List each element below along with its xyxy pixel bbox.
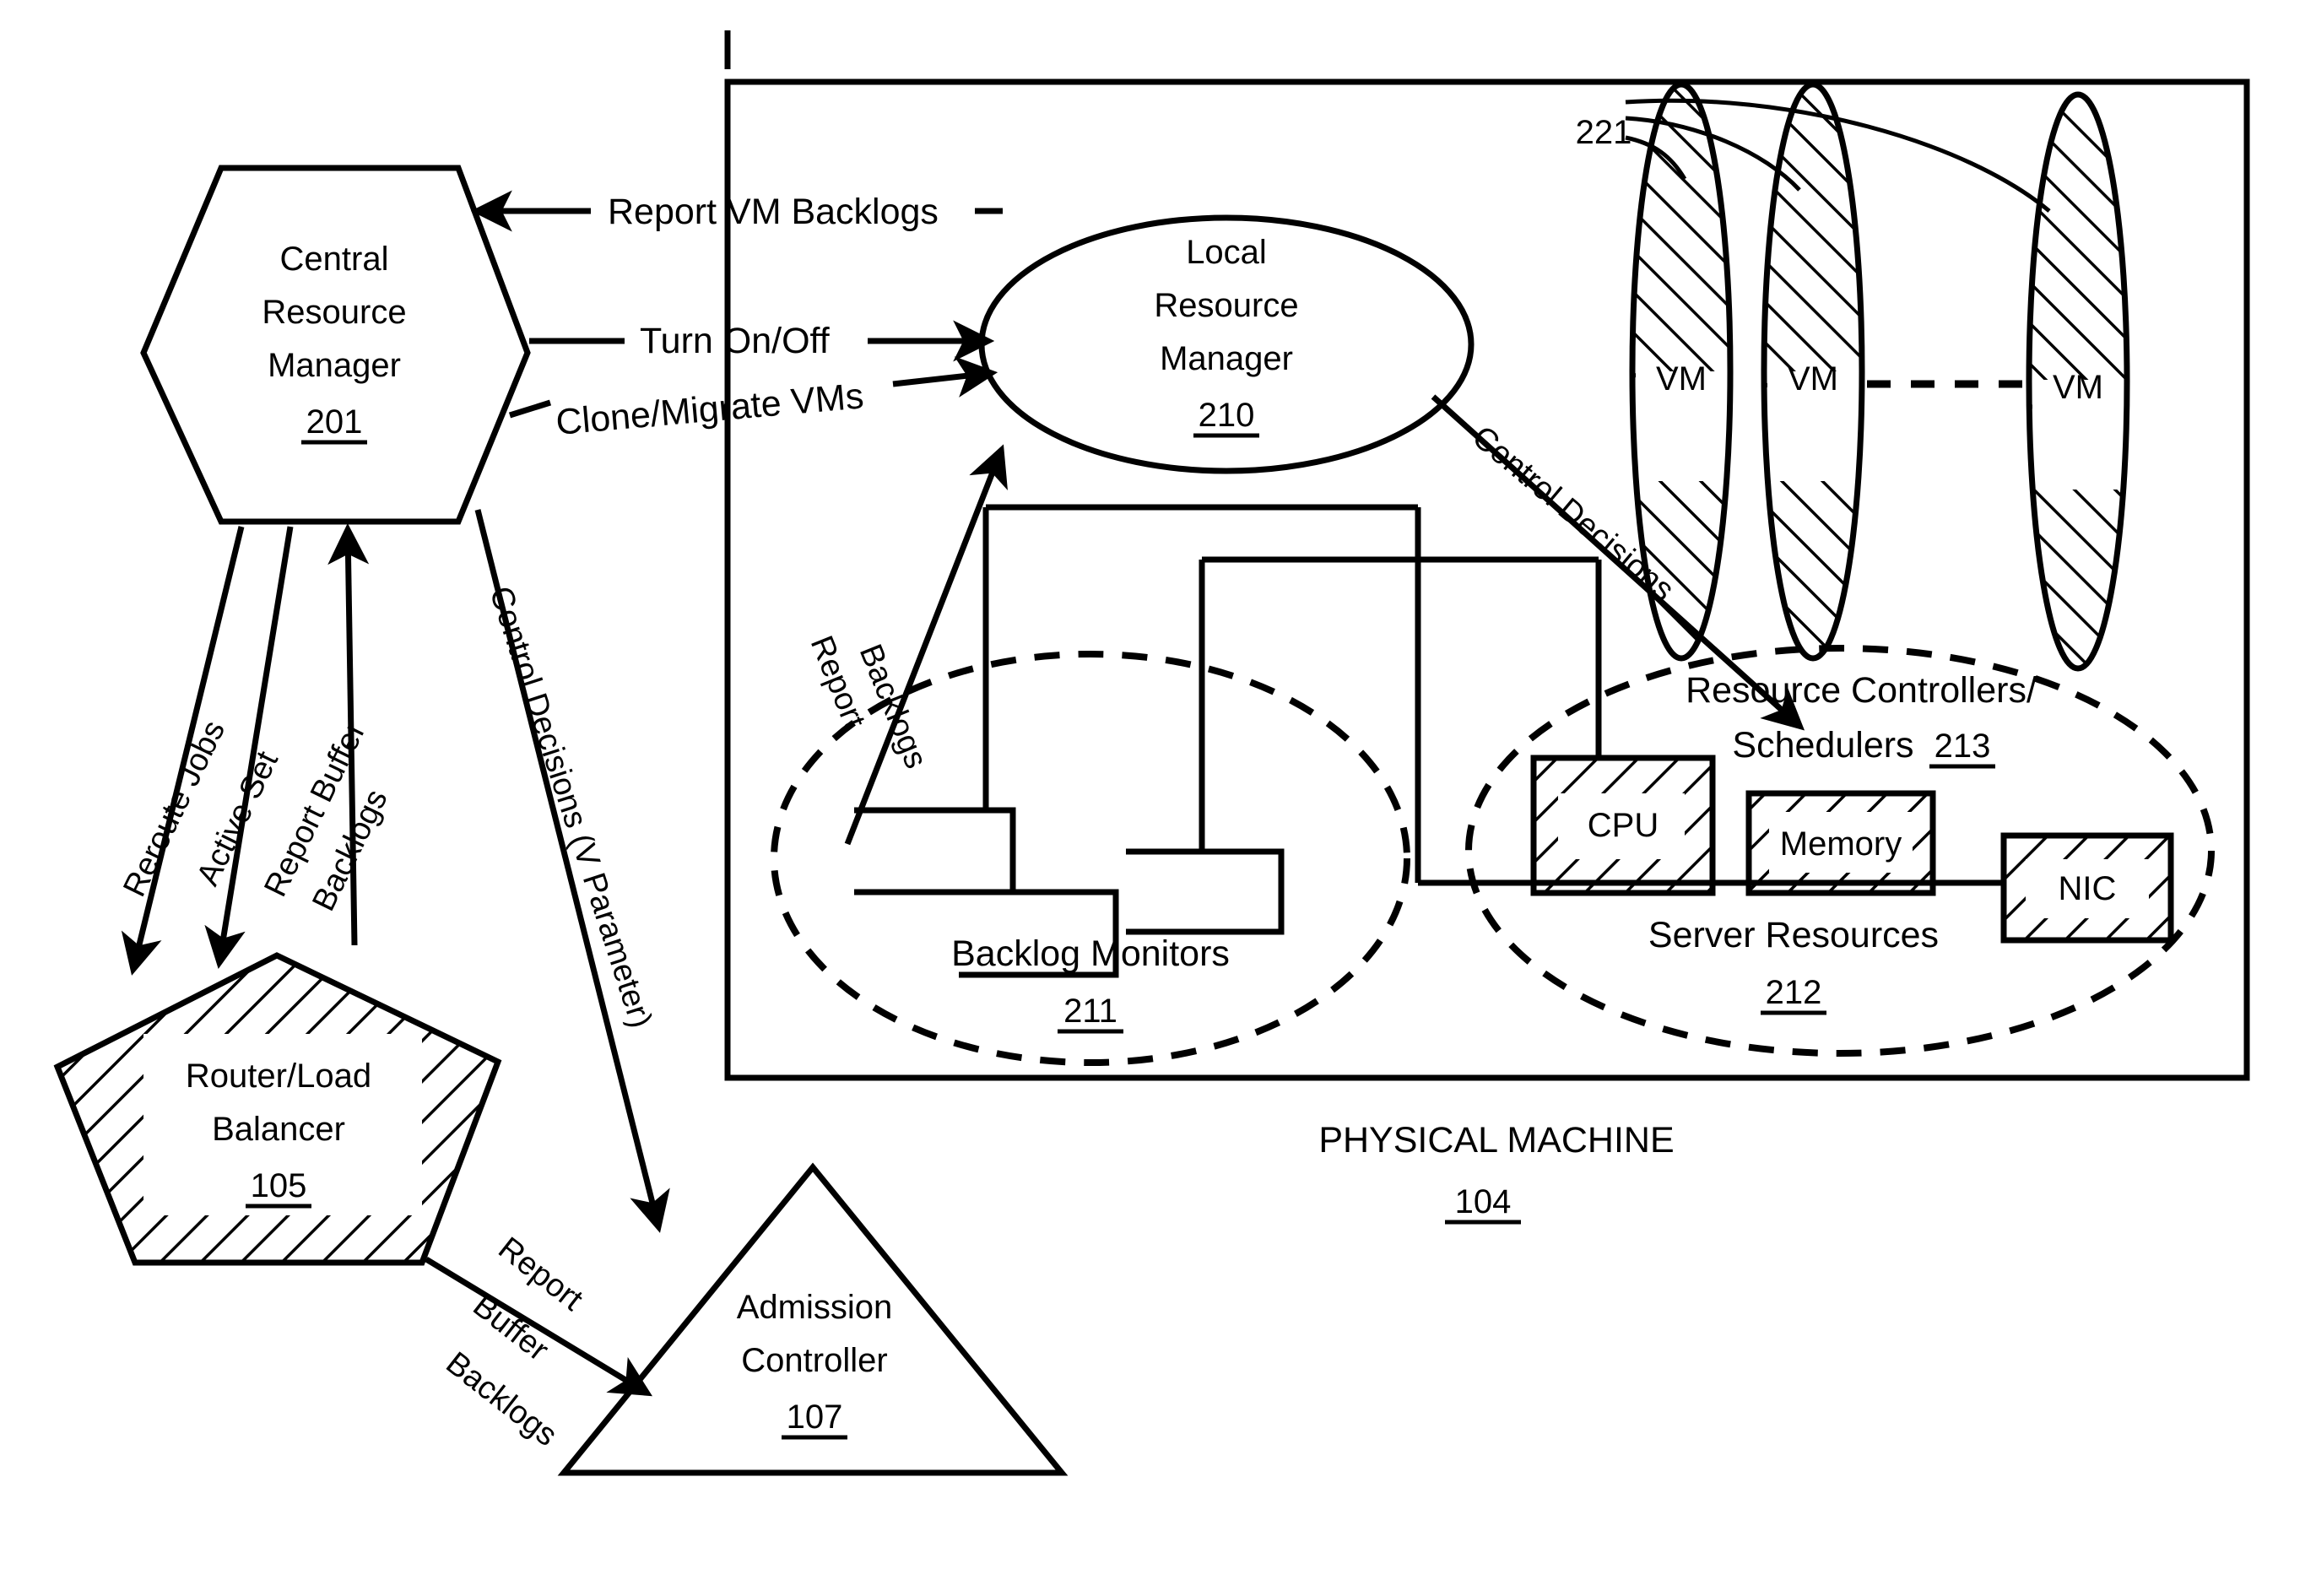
backlog-monitors-ref: 211 [1063, 993, 1117, 1030]
router-label-line1: Router/Load [186, 1058, 371, 1095]
physical-machine-ref: 104 [1455, 1183, 1512, 1220]
edge-label-clone-migrate-vms: Clone/Migrate VMs [555, 376, 865, 443]
router-load-balancer-shape[interactable] [42, 937, 523, 1283]
crm-ref: 201 [306, 403, 363, 441]
vm-label-2: VM [1788, 360, 1838, 398]
arrow-clone-migrate-right [892, 356, 998, 398]
leader-clone-migrate-left [508, 399, 552, 419]
router-ref: 105 [251, 1167, 307, 1204]
server-resources-ref: 212 [1766, 974, 1822, 1011]
crm-label-line1: Central [280, 241, 389, 278]
edge-label-turn-on-off: Turn On/Off [640, 321, 831, 361]
backlog-monitor-glyph-2 [1126, 848, 1285, 935]
edge-label-report-backlogs-1: Report [804, 631, 873, 734]
admission-label-line1: Admission [737, 1289, 893, 1326]
edge-label-report-vm-backlogs: Report VM Backlogs [608, 192, 939, 232]
nic-label: NIC [2059, 870, 2117, 907]
backlog-monitor-glyph-1 [854, 807, 1016, 895]
backlog-monitors-label: Backlog Monitors [951, 933, 1230, 974]
lrm-label-line1: Local [1186, 234, 1267, 271]
cpu-label: CPU [1588, 807, 1659, 844]
crm-label-line3: Manager [268, 347, 401, 384]
memory-label: Memory [1780, 825, 1902, 863]
lrm-label-line3: Manager [1160, 340, 1293, 377]
vm-label-1: VM [1656, 360, 1707, 398]
admission-label-line2: Controller [741, 1342, 887, 1379]
central-resource-manager-shape[interactable] [140, 165, 531, 525]
lrm-label-line2: Resource [1154, 287, 1298, 324]
patent-figure: Central Resource Manager 201 Local Resou… [0, 0, 2316, 1596]
router-label-line2: Balancer [212, 1111, 345, 1148]
physical-machine-label: PHYSICAL MACHINE [1318, 1120, 1674, 1160]
diagram-canvas: Central Resource Manager 201 Local Resou… [42, 30, 2250, 1476]
lrm-ref: 210 [1199, 397, 1255, 434]
edge-label-lb-backlogs: Backlogs [439, 1345, 563, 1453]
resource-controllers-label-line1: Resource Controllers/ [1686, 670, 2037, 711]
vm-label-3: VM [2053, 369, 2103, 406]
vm-group-ref: 221 [1576, 114, 1632, 151]
server-resources-label: Server Resources [1648, 915, 1939, 955]
crm-label-line2: Resource [262, 294, 406, 331]
admission-ref: 107 [787, 1399, 843, 1436]
resource-controllers-label-line2: Schedulers [1732, 725, 1913, 766]
edge-label-control-decisions-v: Control Decisions (V Parameter) [482, 582, 658, 1032]
resource-controllers-ref: 213 [1935, 728, 1991, 765]
